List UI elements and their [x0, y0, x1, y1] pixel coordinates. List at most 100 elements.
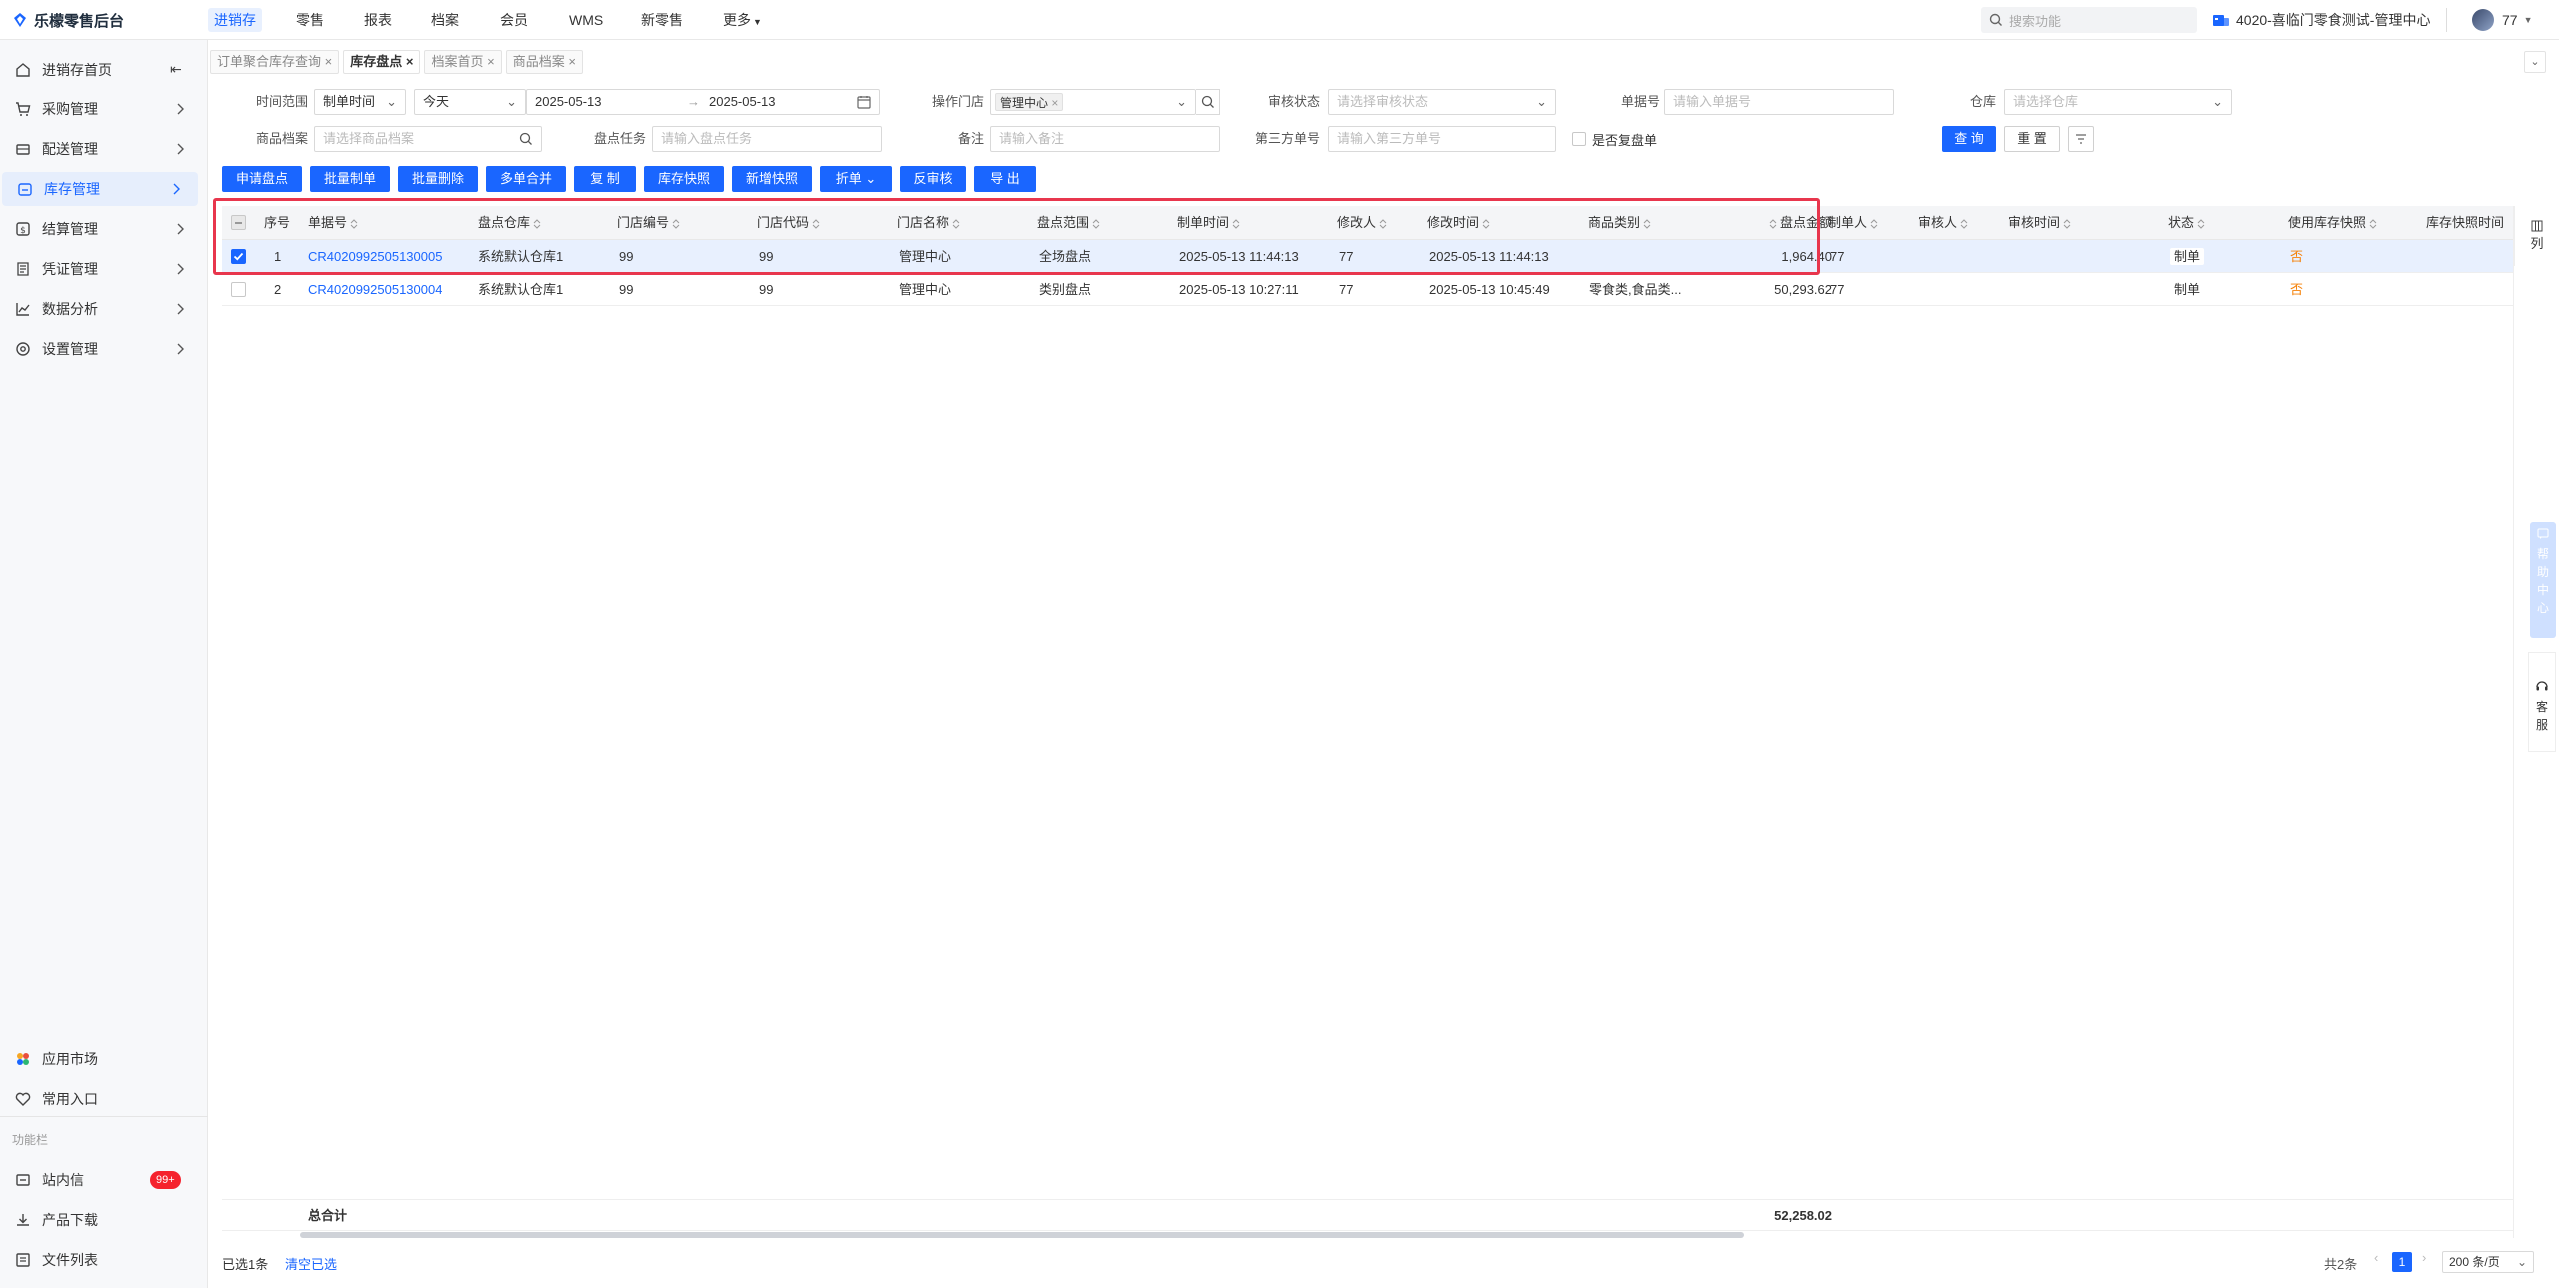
col-header-store-no[interactable]: 门店编号 — [617, 206, 680, 240]
close-icon[interactable]: × — [568, 54, 576, 69]
merge-orders-button[interactable]: 多单合并 — [486, 166, 566, 192]
cell-doc-link[interactable]: CR4020992505130005 — [308, 240, 442, 273]
batch-delete-button[interactable]: 批量删除 — [398, 166, 478, 192]
customer-service-widget[interactable]: 客服 — [2528, 652, 2556, 752]
col-header-category[interactable]: 商品类别 — [1588, 206, 1651, 240]
warehouse-select[interactable]: 请选择仓库 ⌄ — [2004, 89, 2232, 115]
copy-button[interactable]: 复 制 — [574, 166, 636, 192]
sidebar-item-files[interactable]: 文件列表 — [0, 1243, 208, 1277]
column-settings-button[interactable]: 列 — [2514, 206, 2559, 266]
date-to[interactable]: 2025-05-13 — [709, 90, 776, 114]
third-party-no-input[interactable]: 请输入第三方单号 — [1328, 126, 1556, 152]
op-store-select[interactable]: 管理中心 × ⌄ — [990, 89, 1196, 115]
date-range-picker[interactable]: 2025-05-13 → 2025-05-13 — [526, 89, 880, 115]
nav-tab-inventory[interactable]: 进销存 — [208, 8, 262, 32]
page-number-current[interactable]: 1 — [2392, 1252, 2412, 1272]
close-icon[interactable]: × — [1051, 96, 1058, 110]
nav-tab-archive[interactable]: 档案 — [425, 8, 465, 32]
page-tab-goods-archive[interactable]: 商品档案 × — [505, 50, 583, 74]
function-search-input[interactable]: 搜索功能 — [1981, 7, 2197, 33]
row-checkbox[interactable] — [231, 282, 246, 297]
page-tab-archive-home[interactable]: 档案首页 × — [424, 50, 502, 74]
store-search-button[interactable] — [1196, 89, 1220, 115]
close-icon[interactable]: × — [406, 54, 414, 69]
col-header-modifier[interactable]: 修改人 — [1337, 206, 1387, 240]
horizontal-scrollbar[interactable] — [300, 1232, 1744, 1238]
col-header-created[interactable]: 制单时间 — [1177, 206, 1240, 240]
filter-settings-button[interactable] — [2068, 126, 2094, 152]
recheck-checkbox[interactable]: 是否复盘单 — [1572, 131, 1657, 148]
col-header-doc-no[interactable]: 单据号 — [308, 206, 358, 240]
next-page-button[interactable]: › — [2422, 1250, 2426, 1265]
period-select[interactable]: 今天 ⌄ — [414, 89, 526, 115]
doc-no-input[interactable]: 请输入单据号 — [1664, 89, 1894, 115]
split-order-button[interactable]: 折单 ⌄ — [820, 166, 892, 192]
col-header-scope[interactable]: 盘点范围 — [1037, 206, 1100, 240]
col-header-store-code[interactable]: 门店代码 — [757, 206, 820, 240]
sidebar-item-messages[interactable]: 站内信 99+ — [0, 1163, 208, 1197]
sort-icon — [2369, 218, 2377, 229]
col-header-amount[interactable]: 盘点金额 — [1742, 206, 1832, 240]
sidebar-item-settings[interactable]: 设置管理 — [0, 332, 208, 366]
checkbox[interactable] — [1572, 132, 1586, 146]
sidebar-item-settlement[interactable]: $ 结算管理 — [0, 212, 208, 246]
col-header-status[interactable]: 状态 — [2168, 206, 2205, 240]
query-button[interactable]: 查 询 — [1942, 126, 1996, 152]
col-header-store-name[interactable]: 门店名称 — [897, 206, 960, 240]
nav-tab-new-retail[interactable]: 新零售 — [635, 8, 689, 32]
nav-tab-more[interactable]: 更多 ▼ — [717, 8, 768, 32]
date-from[interactable]: 2025-05-13 — [535, 90, 602, 114]
row-checkbox[interactable] — [231, 249, 246, 264]
tabs-dropdown-button[interactable]: ⌄ — [2524, 51, 2546, 73]
count-task-input[interactable]: 请输入盘点任务 — [652, 126, 882, 152]
col-header-use-snapshot[interactable]: 使用库存快照 — [2288, 206, 2377, 240]
sidebar-item-purchase[interactable]: 采购管理 — [0, 92, 208, 126]
col-header-auditor[interactable]: 审核人 — [1918, 206, 1968, 240]
unaudit-button[interactable]: 反审核 — [900, 166, 966, 192]
col-header-audit-time[interactable]: 审核时间 — [2008, 206, 2071, 240]
sidebar-item-app-market[interactable]: 应用市场 — [0, 1042, 208, 1076]
sidebar-item-stock[interactable]: 库存管理 — [2, 172, 198, 206]
sidebar-item-favorites[interactable]: 常用入口 — [0, 1082, 208, 1116]
page-tab-order-stock[interactable]: 订单聚合库存查询 × — [210, 50, 340, 74]
apply-count-button[interactable]: 申请盘点 — [222, 166, 302, 192]
page-tab-stock-count[interactable]: 库存盘点 × — [343, 50, 421, 74]
table-row[interactable]: 1 CR4020992505130005 系统默认仓库1 99 99 管理中心 … — [222, 240, 2514, 273]
audit-status-select[interactable]: 请选择审核状态 ⌄ — [1328, 89, 1556, 115]
stock-snapshot-button[interactable]: 库存快照 — [644, 166, 724, 192]
sidebar-item-home[interactable]: 进销存首页 ⇤ — [0, 53, 208, 87]
store-switcher[interactable]: 4020-喜临门零食测试-管理中心 — [2212, 10, 2430, 30]
nav-tab-member[interactable]: 会员 — [494, 8, 534, 32]
nav-tab-retail[interactable]: 零售 — [290, 8, 330, 32]
remark-input[interactable]: 请输入备注 — [990, 126, 1220, 152]
page-size-select[interactable]: 200 条/页 ⌄ — [2442, 1251, 2534, 1273]
sidebar-item-analytics[interactable]: 数据分析 — [0, 292, 208, 326]
nav-tab-wms[interactable]: WMS — [563, 8, 609, 32]
col-header-creator[interactable]: 制单人 — [1828, 206, 1878, 240]
search-icon[interactable] — [519, 132, 533, 146]
user-menu[interactable]: 77 ▼ — [2472, 8, 2533, 32]
col-header-snapshot-time[interactable]: 库存快照时间 — [2426, 206, 2512, 240]
table-row[interactable]: 2 CR4020992505130004 系统默认仓库1 99 99 管理中心 … — [222, 273, 2514, 306]
clear-selection-link[interactable]: 清空已选 — [285, 1254, 337, 1273]
export-button[interactable]: 导 出 — [974, 166, 1036, 192]
select-all-checkbox[interactable] — [231, 215, 246, 230]
help-center-widget[interactable]: 帮助中心 — [2530, 522, 2556, 638]
collapse-sidebar-icon[interactable]: ⇤ — [170, 61, 186, 77]
cell-doc-link[interactable]: CR4020992505130004 — [308, 273, 442, 306]
goods-archive-input[interactable]: 请选择商品档案 — [314, 126, 542, 152]
prev-page-button[interactable]: ‹ — [2374, 1250, 2378, 1265]
col-header-warehouse[interactable]: 盘点仓库 — [478, 206, 541, 240]
reset-button[interactable]: 重 置 — [2004, 126, 2060, 152]
time-type-select[interactable]: 制单时间 ⌄ — [314, 89, 406, 115]
app-logo[interactable]: 乐檬零售后台 — [12, 10, 124, 30]
sidebar-item-distribution[interactable]: 配送管理 — [0, 132, 208, 166]
nav-tab-report[interactable]: 报表 — [358, 8, 398, 32]
close-icon[interactable]: × — [325, 54, 333, 69]
new-snapshot-button[interactable]: 新增快照 — [732, 166, 812, 192]
batch-create-button[interactable]: 批量制单 — [310, 166, 390, 192]
sidebar-item-voucher[interactable]: 凭证管理 — [0, 252, 208, 286]
sidebar-item-downloads[interactable]: 产品下载 — [0, 1203, 208, 1237]
col-header-modified[interactable]: 修改时间 — [1427, 206, 1490, 240]
close-icon[interactable]: × — [487, 54, 495, 69]
